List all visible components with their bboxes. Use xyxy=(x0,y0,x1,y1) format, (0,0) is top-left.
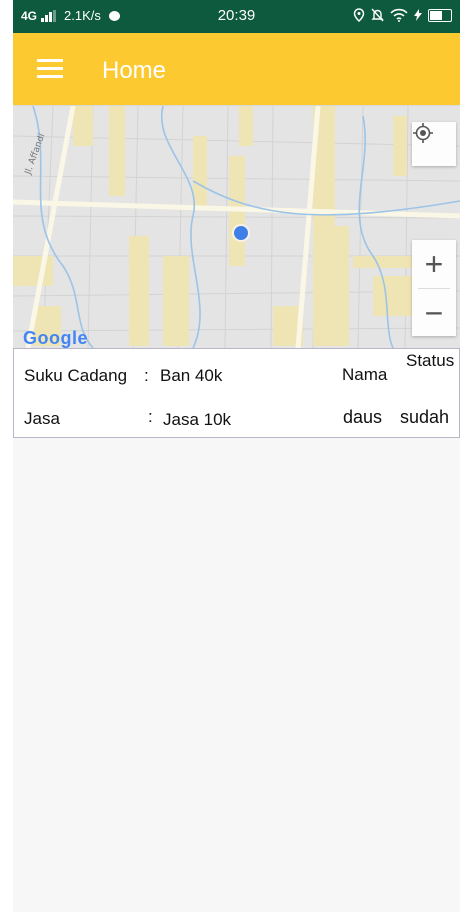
status-bar: 4G 2.1K/s 20:39 xyxy=(13,0,460,33)
order-info-card: Suku Cadang : Ban 40k Jasa : Jasa 10k Na… xyxy=(13,348,460,438)
mute-bell-icon xyxy=(371,8,384,22)
my-location-button[interactable] xyxy=(412,122,456,166)
google-logo-text: Google xyxy=(23,328,88,348)
service-label: Jasa xyxy=(24,409,60,428)
map-view[interactable]: Jl. Affandi + − Google xyxy=(13,106,460,348)
spare-part-separator: : xyxy=(144,366,149,385)
google-logo: Google xyxy=(23,328,88,348)
status-value: sudah xyxy=(400,407,450,427)
app-screen: 4G 2.1K/s 20:39 Home Jl. Affandi + − Goo… xyxy=(13,0,460,912)
zoom-out-button[interactable]: − xyxy=(412,289,456,337)
spare-part-value: Ban 40k xyxy=(160,366,223,385)
zoom-controls: + − xyxy=(412,240,456,336)
wifi-icon xyxy=(390,8,408,22)
app-bar: Home xyxy=(13,33,460,105)
battery-icon xyxy=(428,8,452,22)
hamburger-menu-icon[interactable] xyxy=(37,59,63,79)
spare-part-label: Suku Cadang xyxy=(24,366,128,385)
status-right xyxy=(353,8,452,22)
current-location-dot xyxy=(234,226,248,240)
service-value: Jasa 10k xyxy=(163,410,232,429)
status-label: Status xyxy=(406,351,455,370)
charging-icon xyxy=(414,9,422,21)
location-status-icon xyxy=(353,8,365,22)
page-title: Home xyxy=(102,57,167,84)
name-label: Nama xyxy=(342,365,388,384)
name-value: daus xyxy=(343,407,383,427)
crosshair-icon xyxy=(413,123,433,143)
service-separator: : xyxy=(148,407,153,426)
zoom-in-button[interactable]: + xyxy=(412,240,456,288)
